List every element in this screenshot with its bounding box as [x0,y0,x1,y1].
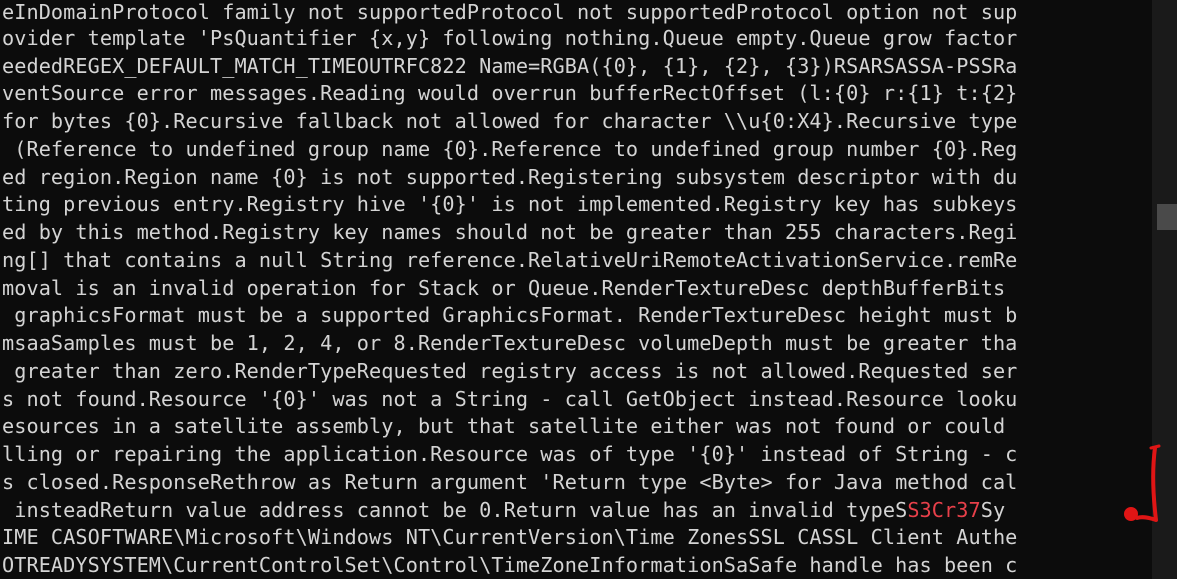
console-line: s closed.ResponseRethrow as Return argum… [2,470,1017,498]
console-line: moval is an invalid operation for Stack … [2,276,1017,304]
line-text: greater than zero.RenderTypeRequested re… [2,359,1018,383]
console-line: ng[] that contains a null String referen… [2,248,1017,276]
line-text: for bytes {0}.Recursive fallback not all… [2,109,1018,133]
line-text: ed region.Region name {0} is not support… [2,165,1018,189]
line-text: ed by this method.Registry key names sho… [2,220,1018,244]
console-line: graphicsFormat must be a supported Graph… [2,303,1017,331]
line-text: insteadReturn value address cannot be 0.… [2,498,908,522]
line-text: graphicsFormat must be a supported Graph… [2,303,1018,327]
line-text: s not found.Resource '{0}' was not a Str… [2,387,1018,411]
line-text: ng[] that contains a null String referen… [2,248,1018,272]
console-line: lling or repairing the application.Resou… [2,442,1017,470]
line-text: moval is an invalid operation for Stack … [2,276,1018,300]
console-line: (Reference to undefined group name {0}.R… [2,137,1017,165]
console-line: eInDomainProtocol family not supportedPr… [2,0,1017,28]
vertical-scrollbar[interactable] [1152,0,1177,579]
console-line: OTREADYSYSTEM\CurrentControlSet\Control\… [2,553,1017,579]
console-line: IME CASOFTWARE\Microsoft\Windows NT\Curr… [2,525,1017,553]
line-text-suffix: Sy [980,498,1006,522]
line-text: esources in a satellite assembly, but th… [2,414,1018,438]
console-line: ventSource error messages.Reading would … [2,81,1017,109]
console-line: insteadReturn value address cannot be 0.… [2,498,1005,526]
line-text: ovider template 'PsQuantifier {x,y} foll… [2,26,1018,50]
console-line: msaaSamples must be 1, 2, 4, or 8.Render… [2,331,1017,359]
highlighted-secret-text: S3Cr37 [907,498,981,522]
line-text: s closed.ResponseRethrow as Return argum… [2,470,1018,494]
console-line: for bytes {0}.Recursive fallback not all… [2,109,1017,137]
line-text: msaaSamples must be 1, 2, 4, or 8.Render… [2,331,1018,355]
line-text: OTREADYSYSTEM\CurrentControlSet\Control\… [2,553,1018,577]
console-line: esources in a satellite assembly, but th… [2,414,1017,442]
scrollbar-thumb[interactable] [1157,204,1177,230]
console-line: ed region.Region name {0} is not support… [2,165,1017,193]
line-text: ventSource error messages.Reading would … [2,81,1018,105]
line-text: ting previous entry.Registry hive '{0}' … [2,192,1018,216]
line-text: lling or repairing the application.Resou… [2,442,1018,466]
line-text: eededREGEX_DEFAULT_MATCH_TIMEOUTRFC822 N… [2,54,1018,78]
console-line: s not found.Resource '{0}' was not a Str… [2,387,1017,415]
console-line: eededREGEX_DEFAULT_MATCH_TIMEOUTRFC822 N… [2,54,1017,82]
line-text: eInDomainProtocol family not supportedPr… [2,0,1018,24]
console-line: ovider template 'PsQuantifier {x,y} foll… [2,26,1017,54]
line-text: (Reference to undefined group name {0}.R… [2,137,1018,161]
console-output[interactable]: eInDomainProtocol family not supportedPr… [0,0,1152,579]
console-line: greater than zero.RenderTypeRequested re… [2,359,1017,387]
console-line: ed by this method.Registry key names sho… [2,220,1017,248]
console-line: ting previous entry.Registry hive '{0}' … [2,192,1017,220]
line-text: IME CASOFTWARE\Microsoft\Windows NT\Curr… [2,525,1018,549]
